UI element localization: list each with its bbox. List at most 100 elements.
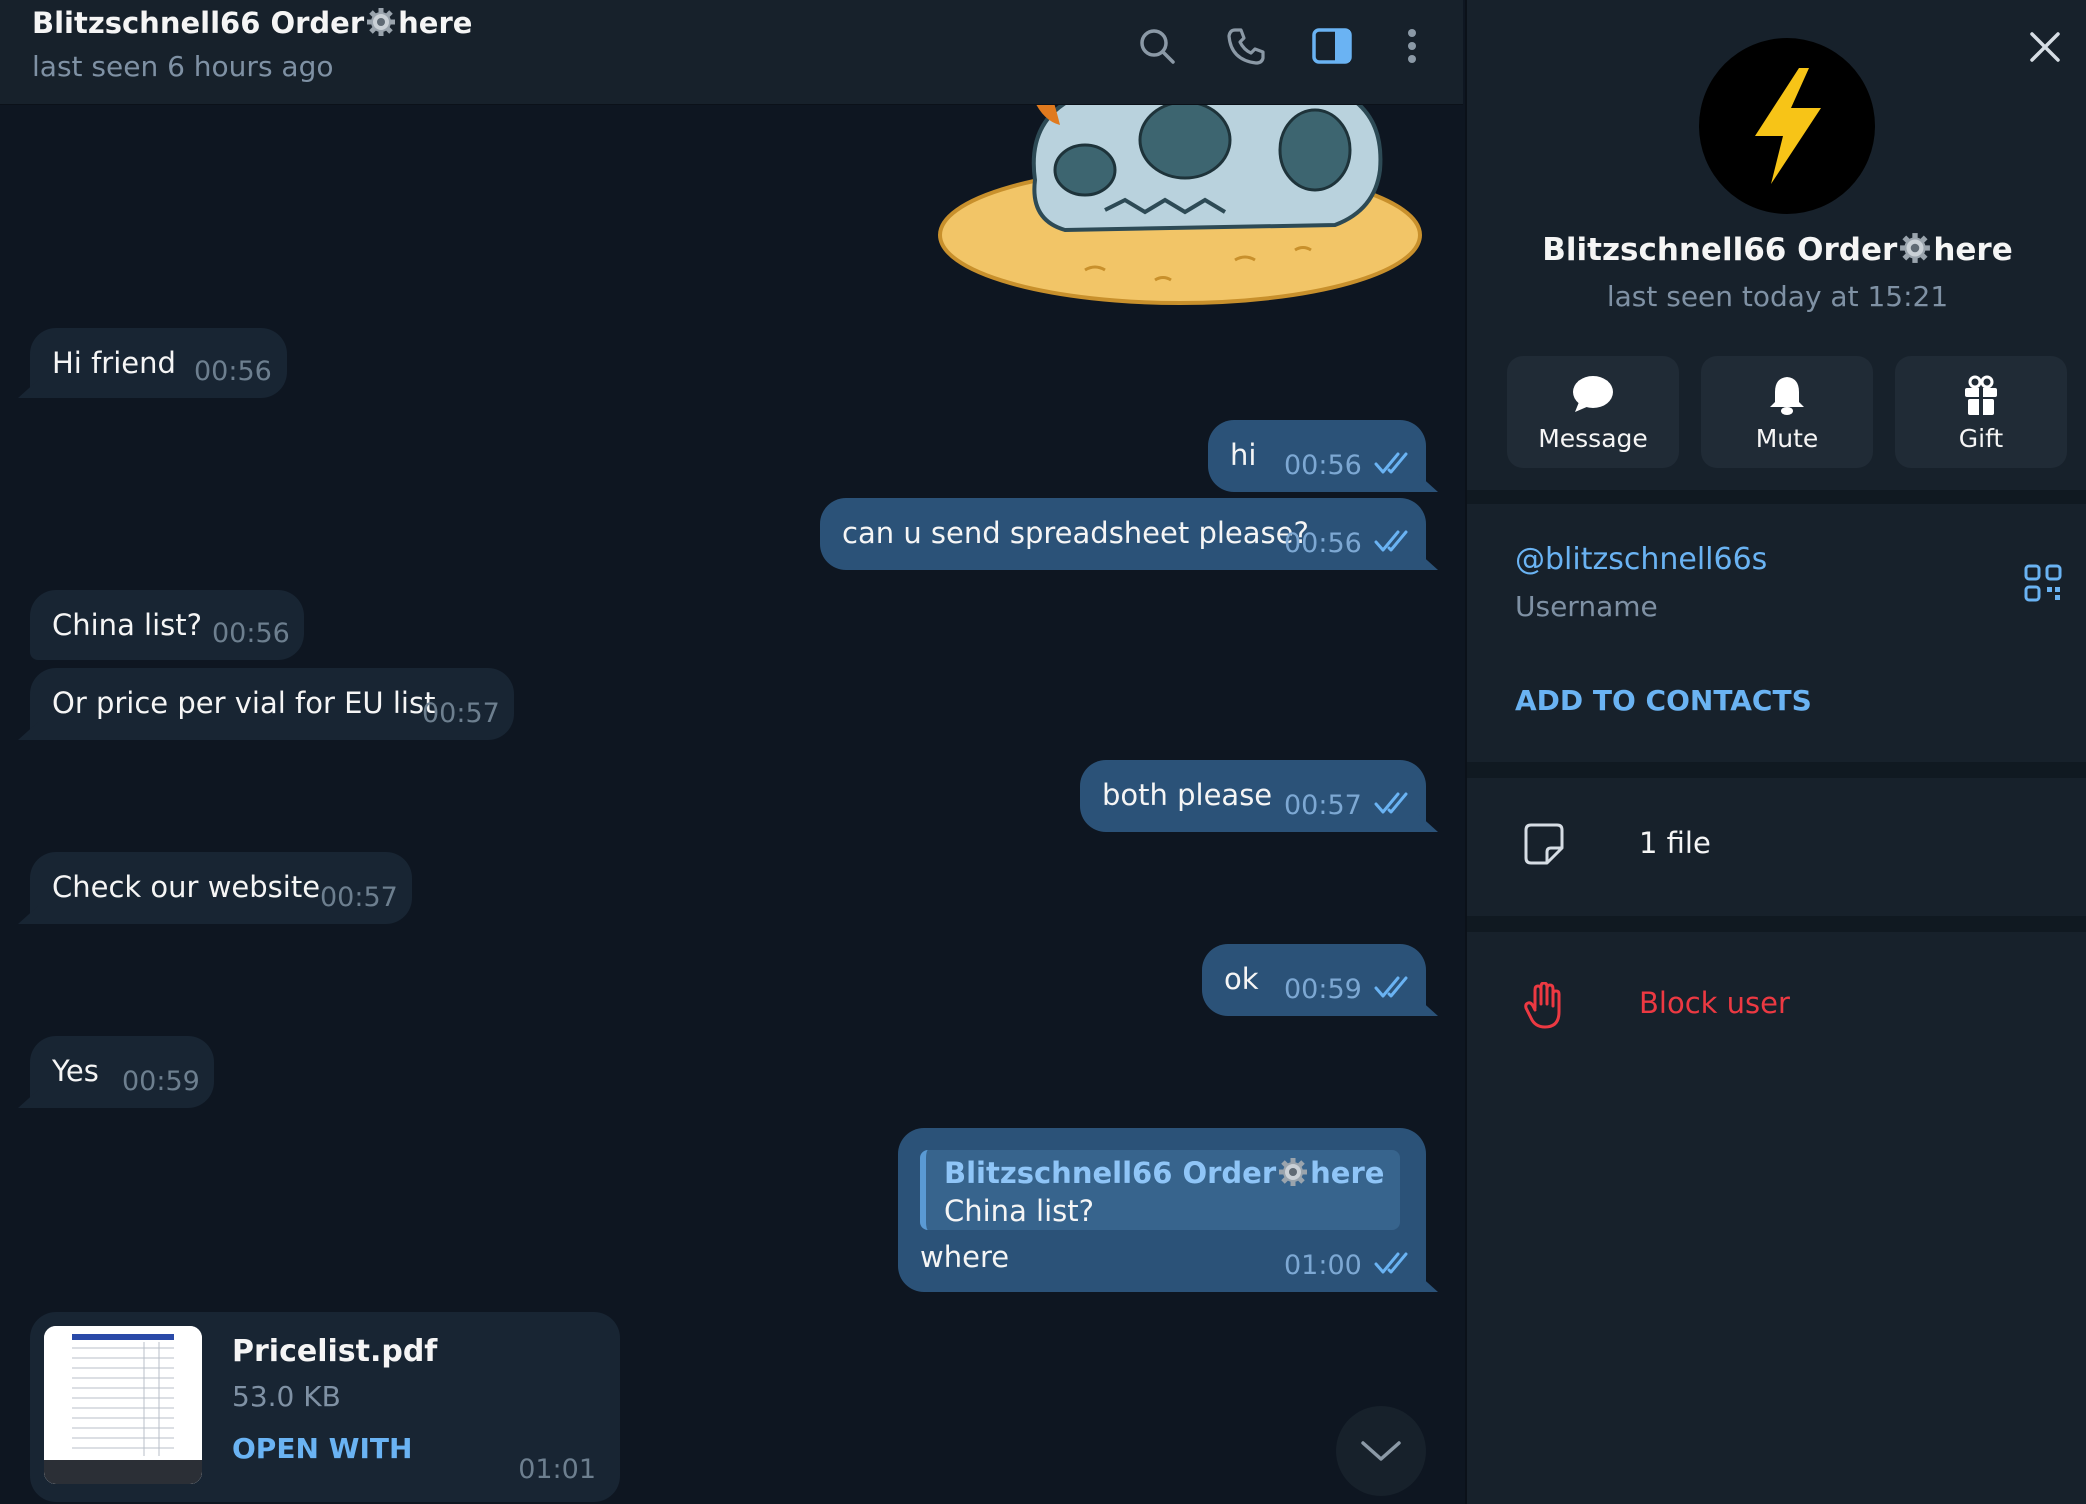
bubble-tail — [18, 380, 38, 398]
block-user-label: Block user — [1639, 986, 1790, 1020]
message-bubble-incoming[interactable]: Yes 00:59 — [18, 1036, 214, 1108]
add-to-contacts-button[interactable]: ADD TO CONTACTS — [1515, 684, 1812, 717]
message-time: 01:01 — [518, 1454, 596, 1485]
chat-title-prefix: Blitzschnell66 Order — [32, 6, 365, 40]
bubble-tail — [1418, 998, 1438, 1016]
toggle-sidebar-button[interactable] — [1308, 22, 1356, 70]
reply-quoted-author: Blitzschnell66 Order here — [944, 1156, 1384, 1190]
profile-name: Blitzschnell66 Order here — [1467, 232, 2086, 268]
chat-title-suffix: here — [398, 6, 473, 40]
message-bubble-outgoing[interactable]: both please 00:57 — [1080, 760, 1438, 832]
chat-header[interactable]: Blitzschnell66 Order here last seen 6 hou… — [0, 0, 1463, 105]
search-icon — [1140, 29, 1175, 64]
bubble-tail — [18, 1090, 38, 1108]
message-time: 00:56 — [1284, 450, 1362, 481]
scroll-to-bottom-button[interactable] — [1336, 1406, 1426, 1496]
message-time: 00:56 — [194, 356, 272, 387]
bubble-tail — [1418, 552, 1438, 570]
section-divider — [1467, 490, 2086, 504]
message-time: 00:56 — [1284, 528, 1362, 559]
message-time: 00:57 — [320, 882, 398, 913]
gear-icon — [1900, 233, 1931, 263]
call-button[interactable] — [1222, 22, 1270, 70]
chat-title[interactable]: Blitzschnell66 Order here — [32, 6, 472, 40]
message-time: 00:57 — [1284, 790, 1362, 821]
gift-icon — [1965, 375, 1997, 416]
document-preview-icon — [44, 1326, 202, 1484]
file-message-bubble[interactable]: Pricelist.pdf 53.0 KB OPEN WITH 01:01 — [30, 1312, 620, 1502]
double-check-icon — [1374, 452, 1408, 474]
message-bubble-incoming[interactable]: Hi friend 00:56 — [18, 328, 287, 398]
bubble-tail — [1418, 474, 1438, 492]
shared-files-row[interactable]: 1 file — [1467, 776, 2086, 914]
double-check-icon — [1374, 792, 1408, 814]
message-text: Hi friend — [52, 346, 176, 380]
more-vertical-icon — [1408, 29, 1416, 63]
username-value[interactable]: @blitzschnell66s — [1515, 542, 1767, 577]
lightning-bolt-icon — [1755, 68, 1821, 184]
chat-status: last seen 6 hours ago — [32, 50, 334, 83]
message-text: Check our website — [52, 870, 321, 904]
message-text: Or price per vial for EU list — [52, 686, 436, 720]
message-bubble-incoming[interactable]: Or price per vial for EU list 00:57 — [18, 668, 514, 740]
username-label: Username — [1515, 590, 1658, 623]
message-bubble-incoming[interactable]: China list? 00:56 — [30, 590, 304, 660]
chat-pane: Blitzschnell66 Order here last seen 6 hou… — [0, 0, 1463, 1504]
chat-bubble-icon — [1573, 376, 1613, 412]
mute-button-label: Mute — [1755, 424, 1819, 453]
reply-quoted-text: China list? — [944, 1194, 1095, 1228]
skull-sticker[interactable] — [935, 100, 1425, 310]
reply-message-bubble[interactable]: Blitzschnell66 Order here China list? whe… — [898, 1128, 1438, 1292]
gift-button[interactable]: Gift — [1895, 356, 2067, 468]
bubble-tail — [18, 722, 38, 740]
section-divider — [1467, 916, 2086, 932]
phone-icon — [1227, 28, 1265, 65]
message-time: 01:00 — [1284, 1250, 1362, 1281]
bubble-tail — [18, 906, 38, 924]
message-text: China list? — [52, 608, 203, 642]
more-menu-button[interactable] — [1388, 22, 1436, 70]
block-user-button[interactable]: Block user — [1467, 936, 2086, 1074]
message-text: Yes — [52, 1054, 99, 1088]
reply-author-prefix: Blitzschnell66 Order — [944, 1156, 1277, 1190]
gear-icon — [367, 8, 396, 36]
double-check-icon — [1374, 530, 1408, 552]
profile-name-suffix: here — [1933, 232, 2013, 268]
file-icon — [1524, 823, 1564, 865]
gear-icon — [1279, 1158, 1308, 1186]
pdf-thumbnail[interactable] — [44, 1326, 202, 1484]
search-button[interactable] — [1133, 22, 1181, 70]
sidebar-icon — [1312, 28, 1352, 64]
profile-panel: Blitzschnell66 Order here last seen today… — [1465, 0, 2086, 1504]
double-check-icon — [1374, 976, 1408, 998]
reply-author-suffix: here — [1310, 1156, 1385, 1190]
message-time: 00:56 — [212, 618, 290, 649]
bubble-tail — [1418, 814, 1438, 832]
message-text: both please — [1102, 778, 1273, 812]
gift-button-label: Gift — [1958, 424, 2004, 453]
file-name: Pricelist.pdf — [232, 1334, 438, 1369]
message-text: hi — [1230, 438, 1257, 472]
mute-button[interactable]: Mute — [1701, 356, 1873, 468]
double-check-icon — [1374, 1252, 1408, 1274]
shared-files-label: 1 file — [1639, 826, 1711, 860]
message-bubble-outgoing[interactable]: ok 00:59 — [1202, 944, 1438, 1016]
open-with-link[interactable]: OPEN WITH — [232, 1432, 412, 1465]
chevron-down-icon — [1361, 1441, 1401, 1461]
profile-status: last seen today at 15:21 — [1606, 280, 1949, 313]
hand-stop-icon — [1524, 982, 1561, 1029]
message-bubble-outgoing[interactable]: hi 00:56 — [1208, 420, 1438, 492]
qr-code-icon[interactable] — [2024, 564, 2062, 602]
close-icon — [2030, 32, 2060, 62]
message-button-label: Message — [1538, 424, 1648, 453]
message-button[interactable]: Message — [1507, 356, 1679, 468]
message-text: where — [920, 1240, 1010, 1274]
message-bubble-outgoing[interactable]: can u send spreadsheet please? 00:56 — [820, 498, 1438, 570]
bubble-tail — [1418, 1274, 1438, 1292]
message-text: ok — [1224, 962, 1259, 996]
message-text: can u send spreadsheet please? — [842, 516, 1309, 550]
close-panel-button[interactable] — [2020, 22, 2070, 72]
message-bubble-incoming[interactable]: Check our website 00:57 — [18, 852, 412, 924]
avatar[interactable] — [1699, 38, 1875, 214]
bell-icon — [1770, 377, 1804, 415]
